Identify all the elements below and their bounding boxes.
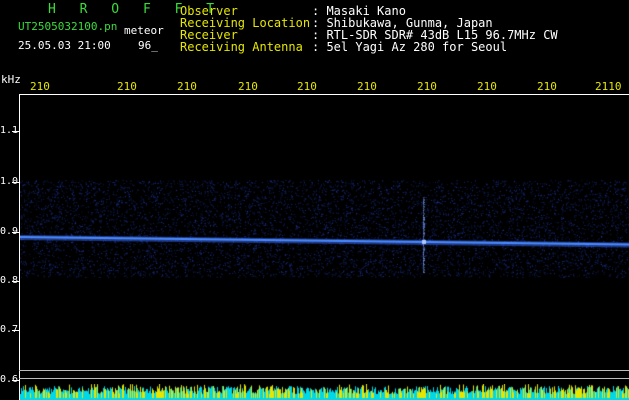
- y-unit-label: kHz: [1, 73, 21, 86]
- y-tick-mark: [12, 232, 19, 233]
- x-tick-label: 210: [238, 80, 258, 93]
- y-tick-mark: [12, 281, 19, 282]
- x-tick-label: 210: [177, 80, 197, 93]
- baseline-line: [19, 370, 629, 371]
- date-time: 25.05.03 21:00: [18, 39, 111, 52]
- y-tick-mark: [12, 330, 19, 331]
- x-tick-label: 210: [417, 80, 437, 93]
- x-tick-label: 210: [30, 80, 50, 93]
- x-tick-label: 210: [117, 80, 137, 93]
- x-tick-label: 210: [297, 80, 317, 93]
- x-tick-label: 210: [537, 80, 557, 93]
- x-tick-label: 2110: [595, 80, 622, 93]
- antenna-label: Receiving Antenna: [180, 40, 303, 54]
- y-tick-mark: [12, 380, 19, 381]
- baseline-line: [19, 378, 629, 379]
- y-tick-mark: [12, 182, 19, 183]
- y-tick-mark: [12, 131, 19, 132]
- header-panel: H R O F F T UT2505032100.pn meteor 25.05…: [0, 0, 629, 72]
- mode-label: meteor: [124, 24, 164, 37]
- x-tick-label: 210: [477, 80, 497, 93]
- antenna-value: : 5el Yagi Az 280 for Seoul: [312, 40, 508, 54]
- file-name: UT2505032100.pn: [18, 20, 118, 33]
- echo-count: 96_: [138, 39, 158, 52]
- plot-frame: [19, 94, 629, 400]
- x-tick-label: 210: [357, 80, 377, 93]
